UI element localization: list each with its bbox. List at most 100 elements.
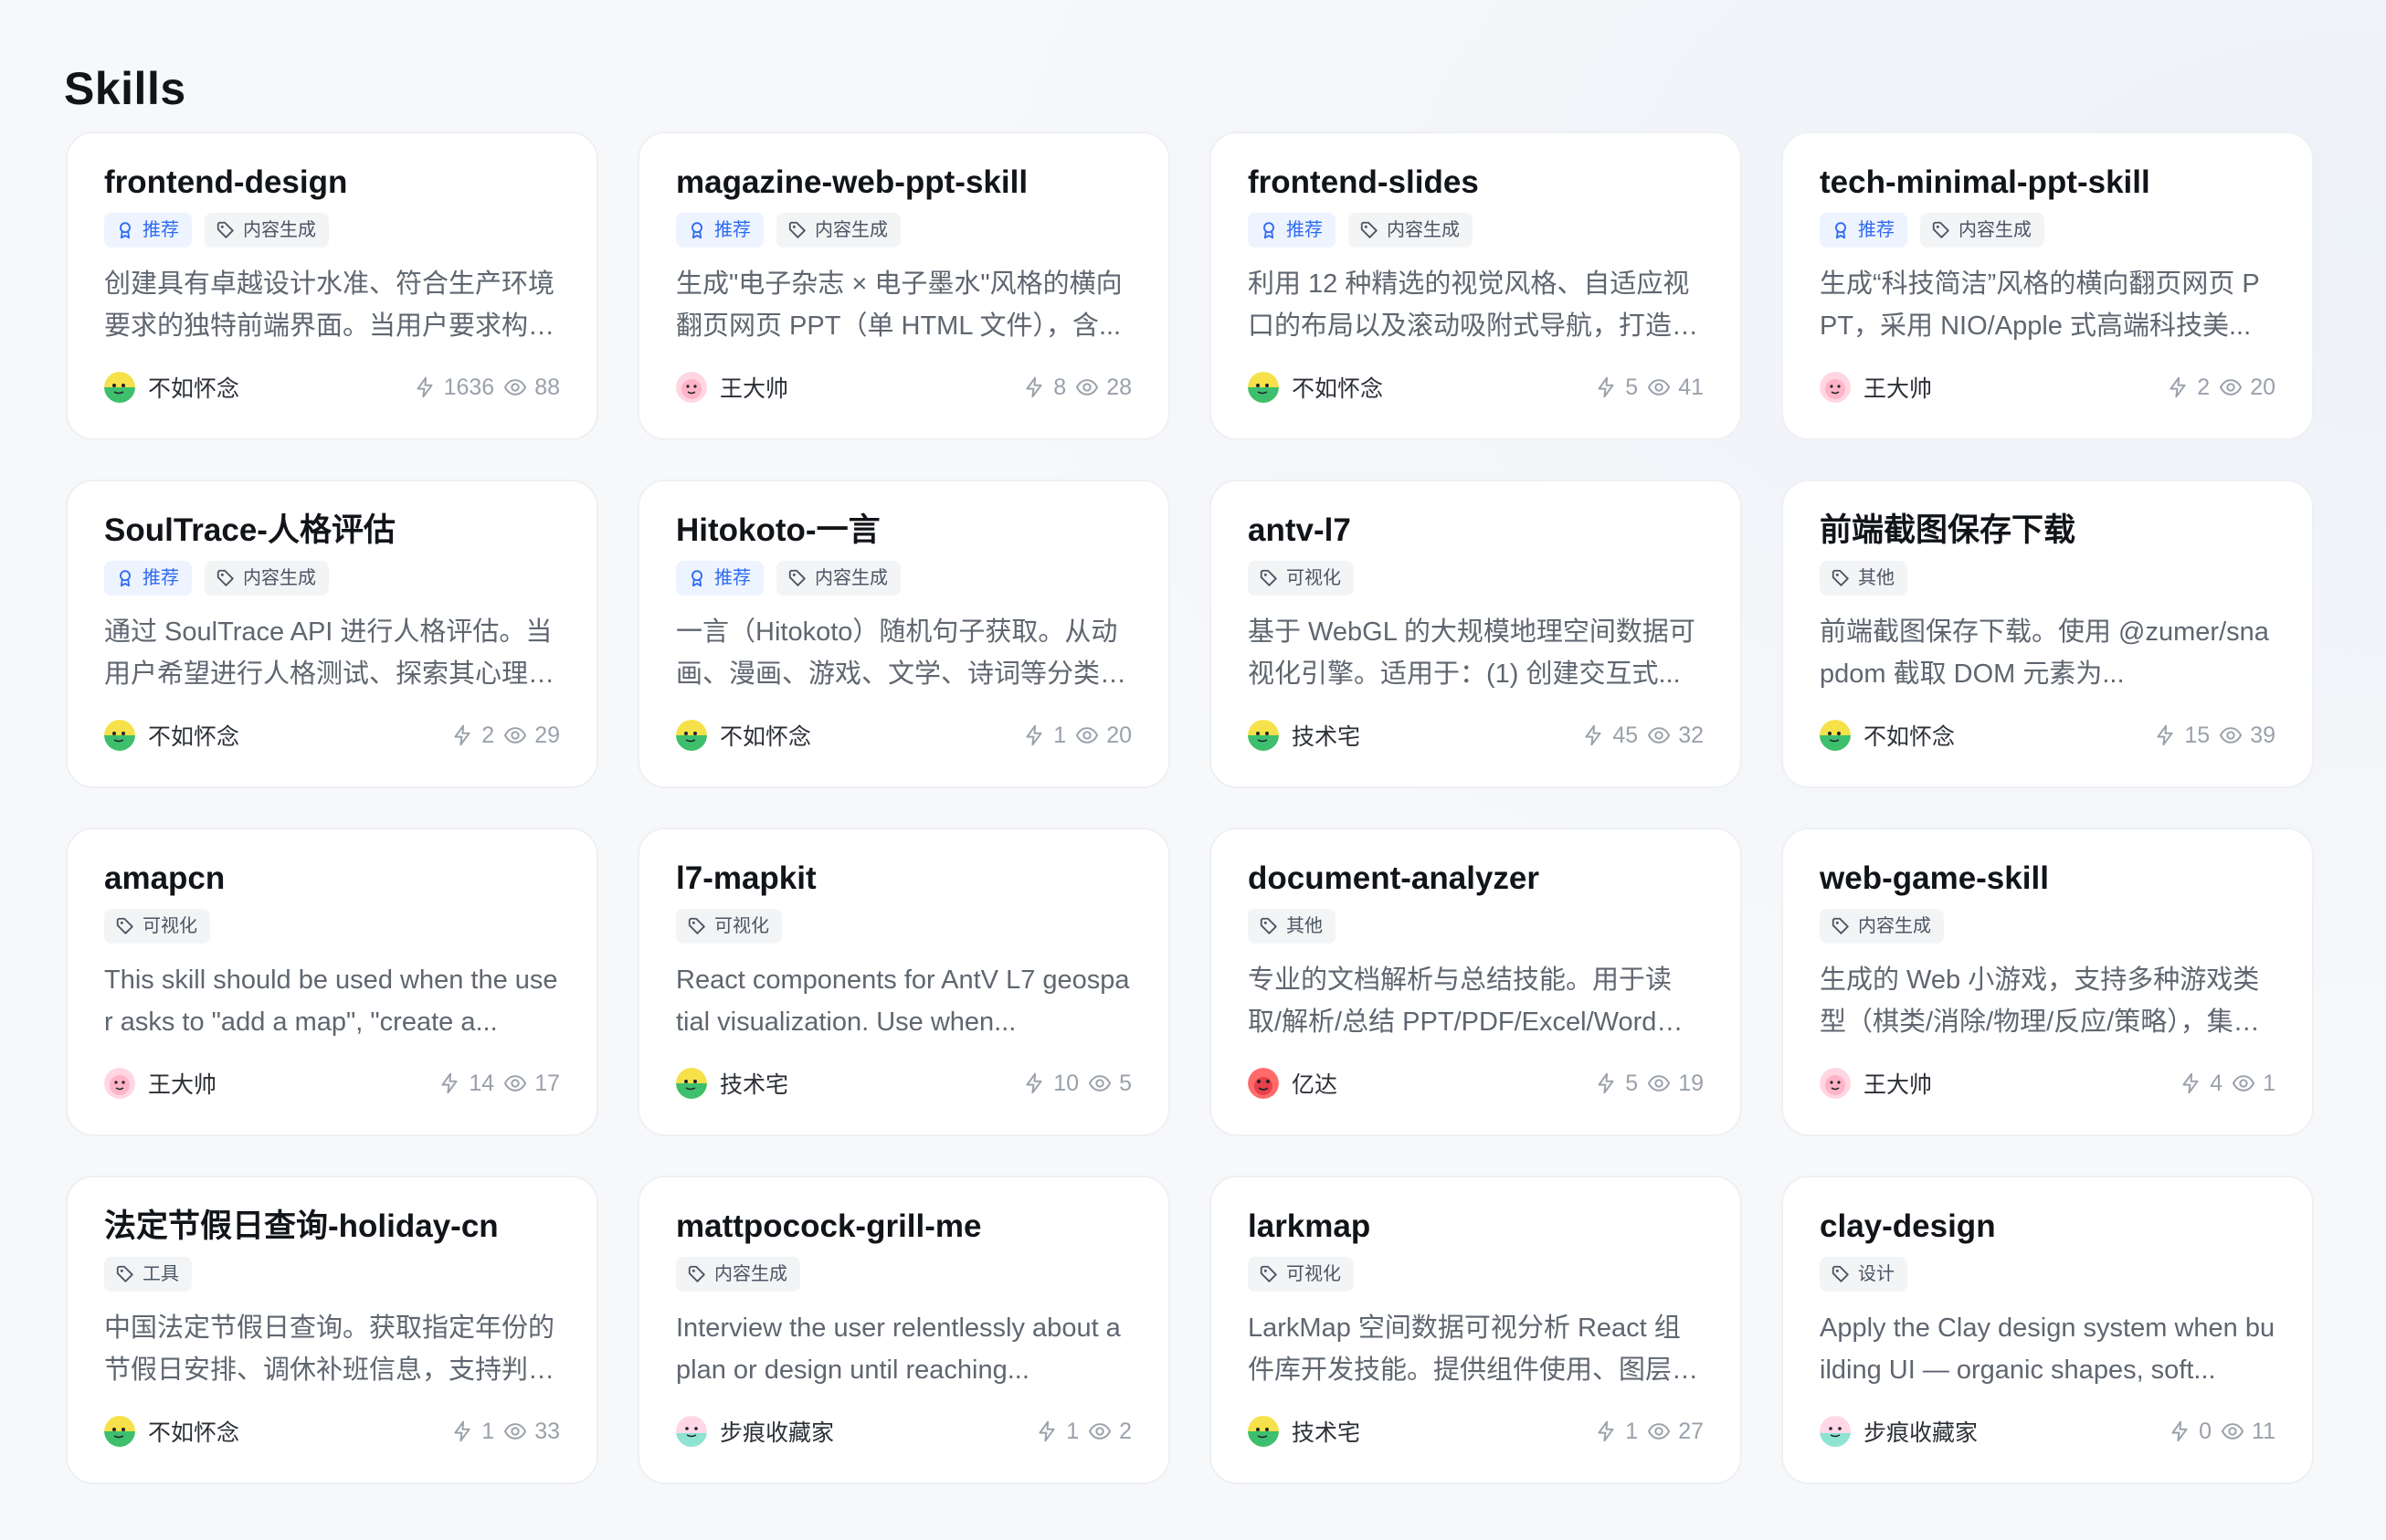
recommended-tag: 推荐: [676, 213, 764, 248]
author[interactable]: 技术宅: [1248, 719, 1360, 752]
skill-title[interactable]: larkmap: [1248, 1205, 1704, 1249]
skill-card-frontend-slides[interactable]: frontend-slides 推荐 内容生成 利用 12 种精选的视觉风格、自…: [1209, 132, 1742, 440]
author-name: 不如怀念: [148, 724, 240, 750]
lightning-icon: [1039, 1420, 1055, 1442]
skill-title[interactable]: frontend-slides: [1248, 161, 1704, 205]
author[interactable]: 步痕收藏家: [676, 1415, 834, 1448]
views-stat: 1: [2232, 1071, 2275, 1097]
author[interactable]: 技术宅: [1248, 1415, 1360, 1448]
skill-title[interactable]: 前端截图保存下载: [1820, 509, 2275, 553]
skill-card-tech-minimal-ppt-skill[interactable]: tech-minimal-ppt-skill 推荐 内容生成 生成“科技简洁”风…: [1781, 132, 2314, 440]
views-stat: 2: [1088, 1419, 1132, 1445]
skill-title[interactable]: SoulTrace-人格评估: [104, 509, 560, 553]
category-label: 内容生成: [815, 568, 888, 588]
skill-description: 前端截图保存下载。使用 @zumer/snapdom 截取 DOM 元素为...: [1820, 617, 2269, 689]
skill-card-magazine-web-ppt-skill[interactable]: magazine-web-ppt-skill 推荐 内容生成 生成"电子杂志 ×…: [638, 132, 1170, 440]
skill-title[interactable]: antv-l7: [1248, 509, 1704, 553]
card-footer: 技术宅 1 27: [1248, 1413, 1704, 1450]
author[interactable]: 王大帅: [1820, 1067, 1932, 1100]
lightning-icon: [454, 724, 470, 746]
author[interactable]: 不如怀念: [104, 719, 239, 752]
lightning-icon: [1026, 376, 1042, 398]
category-tag: 内容生成: [205, 213, 329, 248]
skill-card-frontend-design[interactable]: frontend-design 推荐 内容生成 创建具有卓越设计水准、符合生产环…: [66, 132, 598, 440]
avatar: [1820, 1416, 1851, 1447]
skill-card-clay-design[interactable]: clay-design 设计 Apply the Clay design sys…: [1781, 1176, 2314, 1484]
skill-card-larkmap[interactable]: larkmap 可视化 LarkMap 空间数据可视分析 React 组件库开发…: [1209, 1176, 1742, 1484]
author-name: 王大帅: [720, 376, 789, 402]
avatar: [1820, 720, 1851, 751]
skill-title[interactable]: l7-mapkit: [676, 857, 1132, 901]
lightning-icon: [1598, 1072, 1614, 1094]
skill-title[interactable]: mattpocock-grill-me: [676, 1205, 1132, 1249]
author[interactable]: 技术宅: [676, 1067, 788, 1100]
avatar: [1820, 1068, 1851, 1099]
category-label: 内容生成: [815, 220, 888, 240]
card-footer: 亿达 5 19: [1248, 1065, 1704, 1102]
skill-title[interactable]: Hitokoto-一言: [676, 509, 1132, 553]
skill-card-l7-mapkit[interactable]: l7-mapkit 可视化 React components for AntV …: [638, 828, 1170, 1136]
views-count: 32: [1678, 722, 1704, 748]
author[interactable]: 亿达: [1248, 1067, 1337, 1100]
skill-title[interactable]: 法定节假日查询-holiday-cn: [104, 1205, 560, 1249]
author[interactable]: 不如怀念: [676, 719, 811, 752]
skill-description: 通过 SoulTrace API 进行人格评估。当用户希望进行人格测试、探索其心…: [104, 617, 553, 689]
author[interactable]: 不如怀念: [1248, 371, 1383, 404]
views-count: 11: [2252, 1418, 2275, 1444]
stats: 1 33: [450, 1419, 560, 1445]
category-tag: 其他: [1248, 909, 1336, 944]
author[interactable]: 不如怀念: [104, 371, 239, 404]
skill-title[interactable]: frontend-design: [104, 161, 560, 205]
author[interactable]: 王大帅: [104, 1067, 216, 1100]
stats: 1 27: [1594, 1419, 1704, 1445]
skill-title[interactable]: clay-design: [1820, 1205, 2275, 1249]
skill-card--holiday-cn[interactable]: 法定节假日查询-holiday-cn 工具 中国法定节假日查询。获取指定年份的节…: [66, 1176, 598, 1484]
skill-title[interactable]: web-game-skill: [1820, 857, 2275, 901]
uses-stat: 2: [450, 723, 494, 749]
tag-icon: [788, 569, 806, 586]
category-label: 可视化: [143, 916, 197, 936]
uses-stat: 1636: [413, 374, 494, 401]
stats: 5 19: [1594, 1071, 1704, 1097]
skill-title[interactable]: amapcn: [104, 857, 560, 901]
uses-stat: 15: [2153, 723, 2210, 749]
eye-icon: [2220, 379, 2243, 396]
uses-count: 2: [2197, 374, 2211, 400]
lightning-icon: [454, 1420, 470, 1442]
lightning-icon: [1026, 724, 1042, 746]
category-tag: 设计: [1820, 1257, 1907, 1292]
skill-card-web-game-skill[interactable]: web-game-skill 内容生成 生成的 Web 小游戏，支持多种游戏类型…: [1781, 828, 2314, 1136]
skill-title[interactable]: document-analyzer: [1248, 857, 1704, 901]
skill-card-hitokoto-[interactable]: Hitokoto-一言 推荐 内容生成 一言（Hitokoto）随机句子获取。从…: [638, 480, 1170, 788]
eye-icon: [504, 1423, 527, 1440]
recommended-tag: 推荐: [104, 213, 192, 248]
views-stat: 88: [503, 374, 560, 401]
lightning-icon: [1026, 1072, 1042, 1094]
author[interactable]: 王大帅: [1820, 371, 1932, 404]
avatar-face-icon: [676, 720, 707, 751]
lightning-icon: [2182, 1072, 2199, 1094]
skill-card-mattpocock-grill-me[interactable]: mattpocock-grill-me 内容生成 Interview the u…: [638, 1176, 1170, 1484]
skill-card-[interactable]: 前端截图保存下载 其他 前端截图保存下载。使用 @zumer/snapdom 截…: [1781, 480, 2314, 788]
skill-card-soultrace-[interactable]: SoulTrace-人格评估 推荐 内容生成 通过 SoulTrace API …: [66, 480, 598, 788]
author[interactable]: 不如怀念: [1820, 719, 1955, 752]
tag-icon: [1832, 1265, 1849, 1282]
avatar-face-icon: [1820, 720, 1851, 751]
uses-stat: 0: [2168, 1419, 2212, 1445]
views-stat: 19: [1647, 1071, 1704, 1097]
stats: 0 11: [2168, 1419, 2275, 1445]
recommended-label: 推荐: [1286, 220, 1323, 240]
author[interactable]: 不如怀念: [104, 1415, 239, 1448]
skill-title[interactable]: magazine-web-ppt-skill: [676, 161, 1132, 205]
skill-card-document-analyzer[interactable]: document-analyzer 其他 专业的文档解析与总结技能。用于读取/解…: [1209, 828, 1742, 1136]
uses-stat: 45: [1581, 723, 1638, 749]
uses-stat: 1: [450, 1419, 494, 1445]
views-stat: 20: [2219, 374, 2275, 401]
author[interactable]: 王大帅: [676, 371, 788, 404]
author[interactable]: 步痕收藏家: [1820, 1415, 1978, 1448]
skill-card-antv-l7[interactable]: antv-l7 可视化 基于 WebGL 的大规模地理空间数据可视化引擎。适用于…: [1209, 480, 1742, 788]
skill-card-amapcn[interactable]: amapcn 可视化 This skill should be used whe…: [66, 828, 598, 1136]
skill-title[interactable]: tech-minimal-ppt-skill: [1820, 161, 2275, 205]
tag-list: 推荐 内容生成: [1248, 212, 1704, 248]
uses-stat: 1: [1022, 723, 1066, 749]
